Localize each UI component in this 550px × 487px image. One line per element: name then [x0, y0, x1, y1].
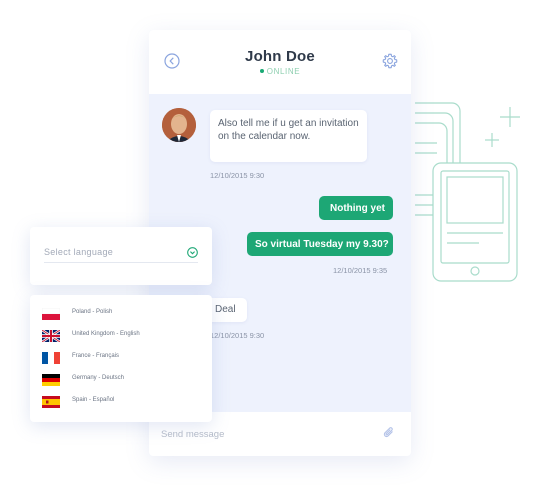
message-timestamp: 12/10/2015 9:35: [333, 266, 388, 275]
outgoing-message: So virtual Tuesday my 9.30?: [247, 232, 393, 256]
incoming-message: Deal: [207, 298, 247, 322]
chevron-down-icon[interactable]: [187, 247, 198, 258]
outgoing-message: Nothing yet: [319, 196, 393, 220]
language-option-label: Poland - Polish: [72, 309, 113, 315]
status-dot-icon: [259, 69, 264, 73]
language-option-united-kingdom[interactable]: United Kingdom - English: [30, 326, 212, 346]
language-option-germany[interactable]: Germany - Deutsch: [30, 370, 212, 390]
plus-icon: [485, 133, 499, 147]
online-status: ONLINE: [149, 67, 411, 76]
plus-icon: [500, 107, 520, 127]
language-option-poland[interactable]: Poland - Polish: [30, 304, 212, 324]
language-option-france[interactable]: France - Français: [30, 348, 212, 368]
message-timestamp: 12/10/2015 9:30: [210, 171, 265, 180]
language-select-label: Select language: [44, 247, 114, 257]
gear-icon[interactable]: [382, 53, 398, 69]
incoming-message: Also tell me if u get an invitation on t…: [210, 110, 367, 162]
paperclip-icon[interactable]: [382, 426, 396, 440]
spain-flag-icon: [42, 396, 60, 408]
language-option-label: Spain - Español: [72, 397, 115, 403]
message-input[interactable]: [161, 425, 361, 443]
language-options-list: Poland - Polish United Kingdom - English…: [30, 295, 212, 422]
message-timestamp: 12/10/2015 9:30: [210, 331, 265, 340]
language-option-label: France - Français: [72, 353, 120, 359]
chat-header: John Doe ONLINE: [149, 30, 411, 94]
tablet-illustration: [415, 102, 520, 282]
status-text: ONLINE: [266, 67, 301, 76]
contact-avatar: [162, 108, 196, 142]
language-select[interactable]: Select language: [30, 227, 212, 285]
contact-name: John Doe: [245, 48, 315, 65]
language-option-label: United Kingdom - English: [72, 331, 140, 337]
united-kingdom-flag-icon: [42, 330, 60, 342]
france-flag-icon: [42, 352, 60, 364]
tablet-icon: [432, 162, 518, 282]
divider: [44, 262, 198, 263]
poland-flag-icon: [42, 308, 60, 320]
language-option-label: Germany - Deutsch: [72, 375, 125, 381]
language-option-spain[interactable]: Spain - Español: [30, 392, 212, 412]
germany-flag-icon: [42, 374, 60, 386]
